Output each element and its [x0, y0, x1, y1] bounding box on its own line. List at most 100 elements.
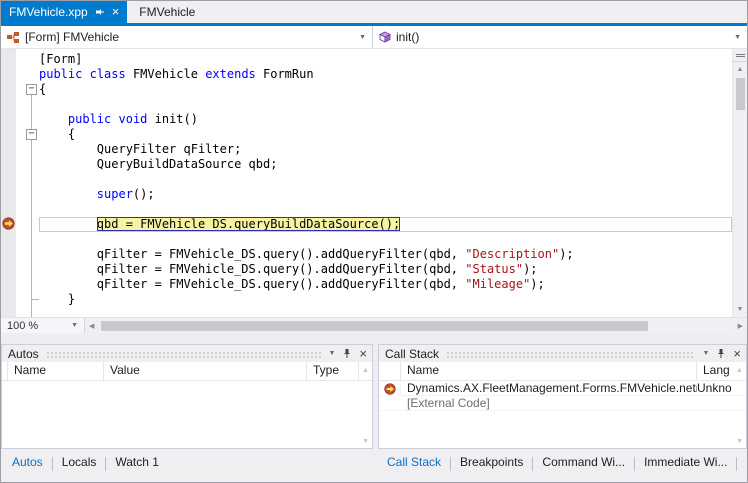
code-line: −{ [23, 82, 732, 97]
column-header-name[interactable]: Name [401, 362, 697, 380]
breakpoint-margin[interactable] [1, 49, 16, 317]
fold-corner [32, 292, 39, 300]
doc-tab-fmvehicle-xpp[interactable]: FMVehicle.xpp × [1, 1, 127, 23]
frame-name: [External Code] [401, 396, 697, 410]
title-grip-texture [446, 351, 695, 358]
column-header-type[interactable]: Type [307, 362, 359, 380]
code-editor[interactable]: [Form]public class FMVehicle extends For… [1, 49, 747, 317]
current-frame-icon [384, 383, 396, 395]
pin-icon[interactable] [95, 7, 105, 17]
scroll-right-icon[interactable]: ▶ [734, 322, 747, 330]
breakpoint-current-statement-icon[interactable] [2, 217, 15, 230]
code-line: QueryBuildDataSource qbd; [23, 157, 732, 172]
editor-bottom-bar: 100 % ▼ ◀ ▶ [1, 317, 747, 333]
code-line [23, 202, 732, 217]
call-stack-body[interactable]: Dynamics.AX.FleetManagement.Forms.FMVehi… [379, 381, 746, 448]
call-stack-column-headers: Name Lang ▲ [379, 362, 746, 381]
zoom-dropdown[interactable]: 100 % ▼ [1, 318, 85, 333]
autos-body[interactable]: ▼ [2, 381, 372, 448]
fold-collapse-box[interactable]: − [26, 84, 37, 95]
code-line: qFilter = FMVehicle_DS.query().addQueryF… [23, 277, 732, 292]
scroll-down-icon[interactable]: ▼ [737, 305, 744, 315]
code-line: [Form] [23, 52, 732, 67]
scroll-up-icon[interactable]: ▲ [362, 366, 369, 376]
zoom-level: 100 % [7, 320, 38, 332]
frame-language: Unkno [697, 381, 733, 395]
code-line: public void init() [23, 112, 732, 127]
current-statement-highlight: qbd = FMVehicle_DS.queryBuildDataSource(… [97, 217, 400, 231]
close-icon[interactable]: × [112, 7, 120, 17]
panel-title: Autos [8, 347, 39, 361]
document-tab-bar: FMVehicle.xpp × FMVehicle [1, 1, 747, 23]
horizontal-scrollbar[interactable] [98, 318, 733, 333]
autos-column-headers: Name Value Type ▲ [2, 362, 372, 381]
close-icon[interactable]: × [733, 349, 741, 359]
pin-icon[interactable] [342, 348, 352, 359]
member-dropdown[interactable]: init() ▼ [373, 26, 747, 48]
tool-tab-autos[interactable]: Autos [3, 452, 52, 472]
chevron-down-icon[interactable]: ▼ [359, 34, 366, 41]
vertical-scrollbar[interactable]: ▲ ▼ [732, 49, 747, 317]
chevron-down-icon[interactable]: ▼ [71, 322, 78, 329]
doc-tab-label: FMVehicle [139, 5, 195, 19]
vertical-scrollbar-thumb[interactable] [736, 78, 745, 110]
tool-tab-immediate-window[interactable]: Immediate Wi... [635, 452, 736, 472]
vs-window: FMVehicle.xpp × FMVehicle [Form] FMVehic… [0, 0, 748, 483]
code-line: super(); [23, 187, 732, 202]
column-header-name[interactable]: Name [8, 362, 104, 380]
tool-tab-locals[interactable]: Locals [53, 452, 106, 472]
panel-splitter[interactable] [1, 333, 747, 344]
right-tab-group: Call Stack Breakpoints Command Wi... Imm… [378, 449, 748, 482]
tool-tab-output[interactable]: Output [737, 452, 748, 472]
title-grip-texture [46, 351, 322, 358]
code-line: qFilter = FMVehicle_DS.query().addQueryF… [23, 247, 732, 262]
code-line: public class FMVehicle extends FormRun [23, 67, 732, 82]
tool-tab-breakpoints[interactable]: Breakpoints [451, 452, 532, 472]
editor-navigation-bar: [Form] FMVehicle ▼ init() ▼ [1, 26, 747, 49]
call-stack-title-bar[interactable]: Call Stack ▼ × [379, 345, 746, 362]
code-line: } [23, 292, 732, 307]
scroll-down-icon[interactable]: ▼ [362, 437, 369, 447]
splitter-handle[interactable] [733, 49, 747, 62]
scope-label: [Form] FMVehicle [25, 30, 119, 44]
chevron-down-icon[interactable]: ▼ [734, 34, 741, 41]
fold-collapse-box[interactable]: − [26, 129, 37, 140]
code-lines: [Form]public class FMVehicle extends For… [23, 52, 732, 307]
code-line: qFilter = FMVehicle_DS.query().addQueryF… [23, 262, 732, 277]
frame-icon-gutter [379, 362, 401, 380]
panel-title: Call Stack [385, 347, 439, 361]
column-header-lang[interactable]: Lang [697, 362, 733, 380]
tool-tab-watch1[interactable]: Watch 1 [106, 452, 168, 472]
frame-name: Dynamics.AX.FleetManagement.Forms.FMVehi… [401, 381, 697, 395]
horizontal-scrollbar-thumb[interactable] [101, 321, 647, 331]
stack-frame-row[interactable]: [External Code] [379, 396, 746, 411]
code-line: qbd = FMVehicle_DS.queryBuildDataSource(… [23, 217, 732, 232]
scroll-left-icon[interactable]: ◀ [85, 322, 98, 330]
code-line: QueryFilter qFilter; [23, 142, 732, 157]
scope-dropdown[interactable]: [Form] FMVehicle ▼ [1, 26, 373, 48]
scroll-up-icon[interactable]: ▲ [736, 366, 743, 376]
stack-frame-row[interactable]: Dynamics.AX.FleetManagement.Forms.FMVehi… [379, 381, 746, 396]
autos-panel: Autos ▼ × Name Value Type ▲ ▼ [1, 344, 373, 449]
form-class-icon [7, 32, 20, 43]
close-icon[interactable]: × [359, 349, 367, 359]
left-tab-group: Autos Locals Watch 1 [1, 449, 378, 482]
method-icon [379, 31, 391, 43]
call-stack-panel: Call Stack ▼ × Name Lang ▲ [378, 344, 747, 449]
tool-tab-command-window[interactable]: Command Wi... [533, 452, 634, 472]
window-position-icon[interactable]: ▼ [328, 350, 335, 357]
scroll-up-icon[interactable]: ▲ [737, 65, 744, 75]
window-position-icon[interactable]: ▼ [702, 350, 709, 357]
tool-window-tab-strip: Autos Locals Watch 1 Call Stack Breakpoi… [1, 449, 747, 482]
code-line [23, 232, 732, 247]
pin-icon[interactable] [716, 348, 726, 359]
member-label: init() [396, 30, 419, 44]
doc-tab-fmvehicle[interactable]: FMVehicle [127, 1, 207, 23]
tool-panels: Autos ▼ × Name Value Type ▲ ▼ [1, 344, 747, 449]
scroll-down-icon[interactable]: ▼ [736, 437, 743, 447]
code-line: − { [23, 127, 732, 142]
tool-tab-call-stack[interactable]: Call Stack [378, 452, 450, 472]
column-header-value[interactable]: Value [104, 362, 307, 380]
autos-title-bar[interactable]: Autos ▼ × [2, 345, 372, 362]
doc-tab-label: FMVehicle.xpp [9, 5, 88, 19]
